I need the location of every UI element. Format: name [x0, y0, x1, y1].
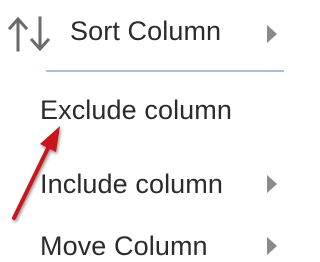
menu-item-label: Include column	[40, 169, 224, 199]
menu-item-label: Sort Column	[70, 16, 222, 46]
menu-item-label: Move Column	[40, 231, 208, 261]
menu-item-move-column[interactable]: Move Column	[0, 222, 284, 262]
column-context-menu: Sort Column Exclude column Include colum…	[0, 0, 284, 262]
chevron-right-icon	[267, 25, 277, 43]
menu-item-sort-column[interactable]: Sort Column	[0, 4, 284, 54]
chevron-right-icon	[267, 175, 277, 193]
menu-item-include-column[interactable]: Include column	[0, 158, 284, 208]
menu-separator	[46, 70, 284, 72]
chevron-right-icon	[267, 237, 277, 255]
menu-item-label: Exclude column	[40, 95, 232, 125]
sort-icon	[8, 16, 51, 52]
menu-item-exclude-column[interactable]: Exclude column	[0, 84, 284, 134]
